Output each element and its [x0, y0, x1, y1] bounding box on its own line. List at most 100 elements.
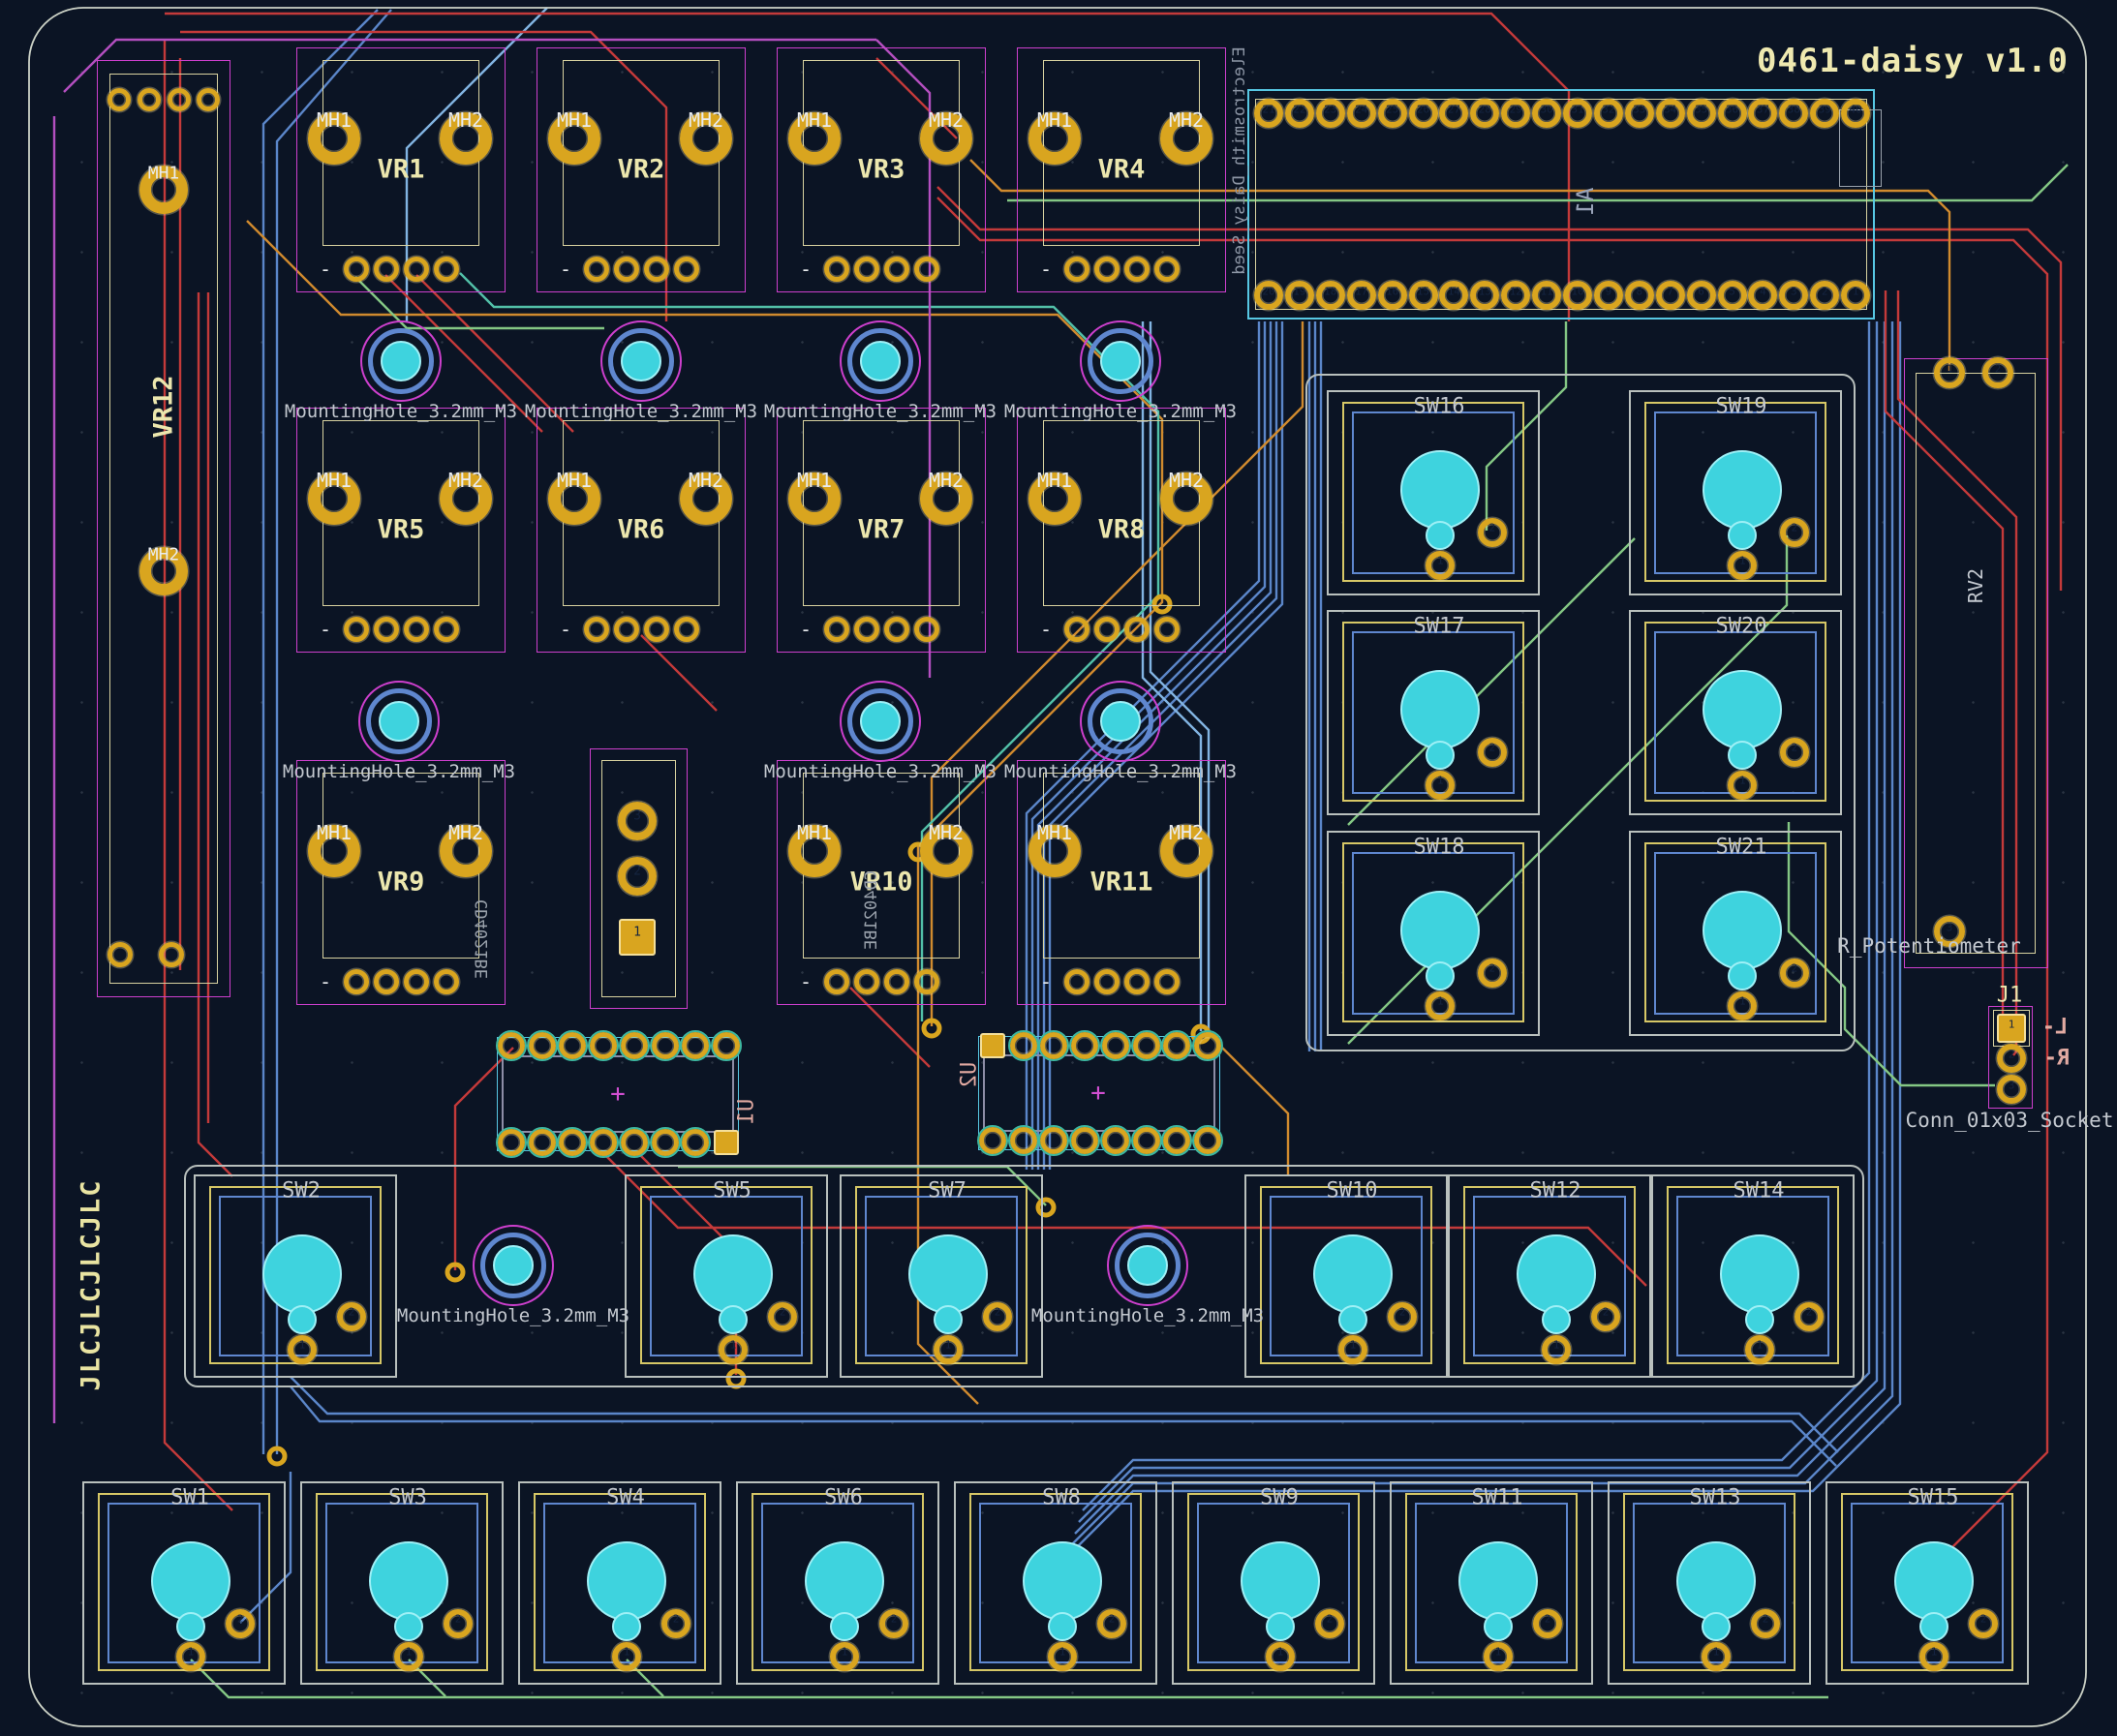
- pot-mh2-label-VR7[interactable]: MH2: [929, 469, 964, 492]
- switch-SW3-ref-label[interactable]: SW3: [388, 1486, 427, 1510]
- switch-SW18-ref-label[interactable]: SW18: [1414, 836, 1465, 860]
- pot-pad-VR9-2[interactable]: [374, 969, 399, 994]
- pot-pad-VR11-2[interactable]: [1094, 969, 1120, 994]
- mounting-hole-8-label[interactable]: MountingHole_3.2mm_M3: [397, 1305, 629, 1326]
- ic-U1-pad-b0[interactable]: [498, 1129, 525, 1156]
- pot-ref-label-VR3[interactable]: VR3: [858, 155, 905, 185]
- ic-U2-pad-b4[interactable]: [1102, 1127, 1129, 1154]
- j1-value-label[interactable]: Conn_01x03_Socket: [1906, 1109, 2114, 1132]
- pot-ref-label-VR11[interactable]: VR11: [1089, 868, 1152, 898]
- pot-mh2-label-VR8[interactable]: MH2: [1169, 469, 1204, 492]
- pot-pad-VR11-1[interactable]: [1064, 969, 1089, 994]
- ic-U1-ref-label[interactable]: U1: [735, 1099, 759, 1125]
- pot-pad-VR4-2[interactable]: [1094, 257, 1120, 282]
- pot-mh1-label-VR7[interactable]: MH1: [797, 469, 832, 492]
- pot-mh1-label-VR11[interactable]: MH1: [1037, 821, 1072, 844]
- pot-mh2-label-VR6[interactable]: MH2: [689, 469, 723, 492]
- ic-U2-pad-t5[interactable]: [1133, 1032, 1160, 1059]
- socket-ref-label[interactable]: A1: [1572, 188, 1599, 216]
- ic-U2-pad-t3[interactable]: [1071, 1032, 1098, 1059]
- pot-pad-VR5-4[interactable]: [434, 617, 459, 642]
- pot-mh2-label-VR10[interactable]: MH2: [929, 821, 964, 844]
- switch-SW10-ref-label[interactable]: SW10: [1327, 1179, 1378, 1203]
- pot-mh2-label-VR11[interactable]: MH2: [1169, 821, 1204, 844]
- switch-SW13-ref-label[interactable]: SW13: [1690, 1486, 1741, 1510]
- ic-U1-pad-t5[interactable]: [652, 1032, 679, 1059]
- mounting-hole-7-label[interactable]: MountingHole_3.2mm_M3: [1004, 761, 1237, 782]
- ic-U1-pad-t3[interactable]: [590, 1032, 617, 1059]
- switch-SW15-ref-label[interactable]: SW15: [1908, 1486, 1959, 1510]
- pot-pad-VR5-3[interactable]: [404, 617, 429, 642]
- ic-U1-pad1[interactable]: [714, 1130, 739, 1155]
- pot-ref-label-VR2[interactable]: VR2: [618, 155, 665, 185]
- switch-SW21-ref-label[interactable]: SW21: [1716, 836, 1767, 860]
- ic-U2-pad-b6[interactable]: [1163, 1127, 1190, 1154]
- pot-pad-VR2-4[interactable]: [674, 257, 699, 282]
- switch-SW9-ref-label[interactable]: SW9: [1260, 1486, 1299, 1510]
- pot-pad-VR4-1[interactable]: [1064, 257, 1089, 282]
- pot-mh2-label-VR4[interactable]: MH2: [1169, 108, 1204, 132]
- vr12-pad-top-2[interactable]: [138, 88, 161, 111]
- pot-ref-label-VR6[interactable]: VR6: [618, 515, 665, 545]
- pot-pad-VR6-3[interactable]: [644, 617, 669, 642]
- pot-pad-VR4-4[interactable]: [1154, 257, 1180, 282]
- ic-U2-pad-b3[interactable]: [1071, 1127, 1098, 1154]
- ic-U2-ref-label[interactable]: U2: [958, 1062, 982, 1088]
- vr12-pad-bot-2[interactable]: [159, 942, 184, 967]
- pot-pad-VR10-4[interactable]: [914, 969, 939, 994]
- vr12-mh1-label[interactable]: MH1: [148, 164, 180, 184]
- board-title-text[interactable]: 0461-daisy v1.0: [1757, 42, 2069, 80]
- pot-pad-VR1-3[interactable]: [404, 257, 429, 282]
- pot-pad-VR8-3[interactable]: [1124, 617, 1150, 642]
- pot-pad-VR8-4[interactable]: [1154, 617, 1180, 642]
- vr12-pad-bot-1[interactable]: [107, 942, 133, 967]
- pot-pad-VR1-1[interactable]: [344, 257, 369, 282]
- pot-pad-VR2-2[interactable]: [614, 257, 639, 282]
- ic-U1-pad-t6[interactable]: [682, 1032, 709, 1059]
- pot-mh2-label-VR2[interactable]: MH2: [689, 108, 723, 132]
- ic-U1-pad-b5[interactable]: [652, 1129, 679, 1156]
- jlc-order-tag-text[interactable]: JLCJLCJLCJLC: [77, 1178, 107, 1390]
- pot-ref-label-VR12[interactable]: VR12: [149, 375, 179, 438]
- pot-pad-VR5-2[interactable]: [374, 617, 399, 642]
- pot-ref-label-VR5[interactable]: VR5: [378, 515, 425, 545]
- pot-pad-VR3-1[interactable]: [824, 257, 849, 282]
- vr12-pad-top-1[interactable]: [107, 88, 131, 111]
- ic-U2-pad1[interactable]: [980, 1033, 1005, 1058]
- pot-pad-VR6-2[interactable]: [614, 617, 639, 642]
- pot-pad-VR4-3[interactable]: [1124, 257, 1150, 282]
- daisy-seed-module-tag-text[interactable]: Electrosmith_Daisy_Seed: [1230, 46, 1249, 274]
- pot-pad-VR9-4[interactable]: [434, 969, 459, 994]
- ic-U1-pad-t1[interactable]: [529, 1032, 556, 1059]
- ic-U1-pad-b6[interactable]: [682, 1129, 709, 1156]
- mounting-hole-6-label[interactable]: MountingHole_3.2mm_M3: [764, 761, 997, 782]
- pot-mh2-label-VR9[interactable]: MH2: [448, 821, 483, 844]
- switch-SW7-ref-label[interactable]: SW7: [928, 1179, 966, 1203]
- pot-pad-VR7-3[interactable]: [884, 617, 909, 642]
- mounting-hole-9-label[interactable]: MountingHole_3.2mm_M3: [1031, 1305, 1264, 1326]
- switch-SW11-ref-label[interactable]: SW11: [1472, 1486, 1523, 1510]
- pot-mh1-label-VR2[interactable]: MH1: [557, 108, 592, 132]
- pot-pad-VR9-1[interactable]: [344, 969, 369, 994]
- pot-pad-VR11-4[interactable]: [1154, 969, 1180, 994]
- switch-SW8-ref-label[interactable]: SW8: [1042, 1486, 1081, 1510]
- pot-pad-VR7-1[interactable]: [824, 617, 849, 642]
- pot-pad-VR5-1[interactable]: [344, 617, 369, 642]
- pot-pad-VR3-2[interactable]: [854, 257, 879, 282]
- switch-SW20-ref-label[interactable]: SW20: [1716, 615, 1767, 639]
- mounting-hole-3-label[interactable]: MountingHole_3.2mm_M3: [764, 401, 997, 422]
- pot-pad-VR3-4[interactable]: [914, 257, 939, 282]
- mounting-hole-5-label[interactable]: MountingHole_3.2mm_M3: [283, 761, 515, 782]
- pot-ref-label-VR7[interactable]: VR7: [858, 515, 905, 545]
- ic-U1-pad-t0[interactable]: [498, 1032, 525, 1059]
- ic-U2-pad-t7[interactable]: [1194, 1032, 1221, 1059]
- ic-U1-pad-b1[interactable]: [529, 1129, 556, 1156]
- pot-mh1-label-VR4[interactable]: MH1: [1037, 108, 1072, 132]
- pot-pad-VR10-2[interactable]: [854, 969, 879, 994]
- pot-pad-VR11-3[interactable]: [1124, 969, 1150, 994]
- switch-SW17-ref-label[interactable]: SW17: [1414, 615, 1465, 639]
- vr12-pad-top-3[interactable]: [168, 88, 191, 111]
- pot-ref-label-VR8[interactable]: VR8: [1098, 515, 1146, 545]
- pot-pad-VR7-4[interactable]: [914, 617, 939, 642]
- ic-U2-pad-t1[interactable]: [1010, 1032, 1037, 1059]
